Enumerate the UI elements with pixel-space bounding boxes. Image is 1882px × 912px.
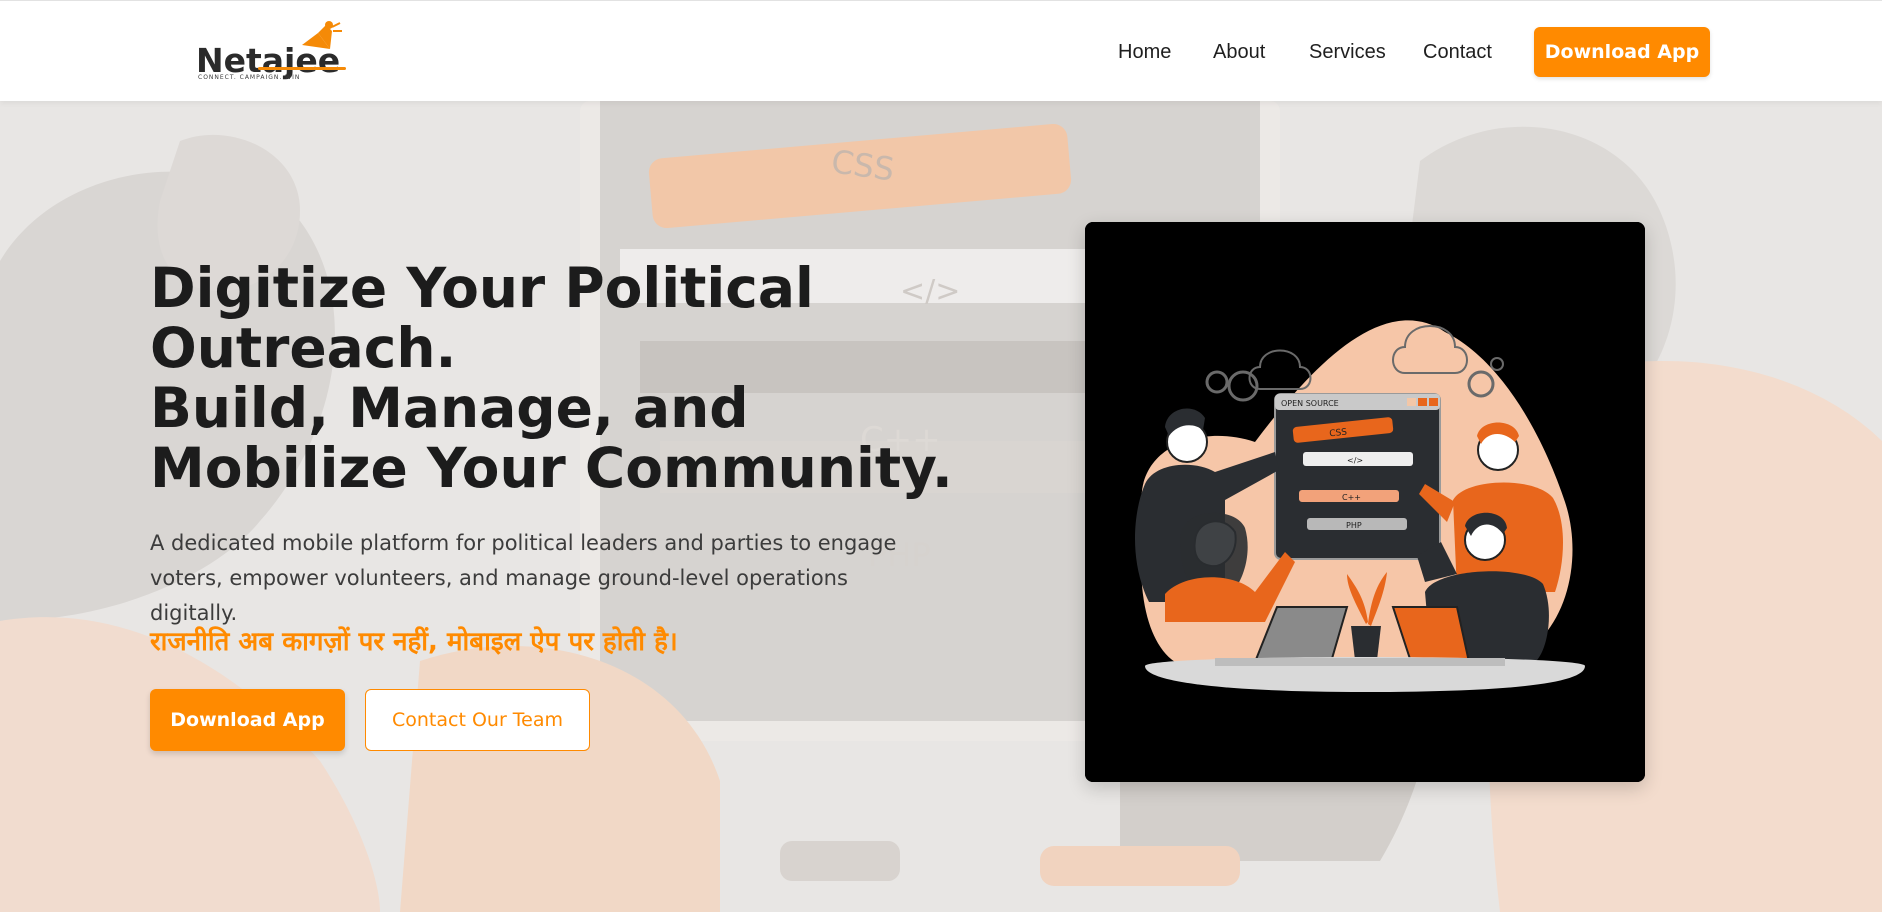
code-label-css: CSS [1329, 428, 1348, 440]
header-download-app-button[interactable]: Download App [1534, 27, 1710, 77]
hero-headline: Digitize Your Political Outreach. Build,… [150, 256, 953, 500]
megaphone-icon [296, 19, 346, 63]
brand-tagline: CONNECT. CAMPAIGN. WIN [198, 74, 301, 81]
hero-hindi-tagline: राजनीति अब कागज़ों पर नहीं, मोबाइल ऐप पर… [150, 627, 678, 657]
brand-logo[interactable]: Netajee CONNECT. CAMPAIGN. WIN [196, 19, 352, 85]
hero-illustration: OPEN SOURCE CSS </> C++ PHP [1085, 222, 1645, 782]
headline-line-2: Outreach. [150, 316, 457, 380]
team-collaboration-illustration: OPEN SOURCE CSS </> C++ PHP [1085, 222, 1645, 782]
window-title-label: OPEN SOURCE [1281, 399, 1339, 408]
hero-subtext: A dedicated mobile platform for politica… [150, 531, 897, 625]
nav-contact[interactable]: Contact [1423, 41, 1492, 64]
nav-home[interactable]: Home [1118, 41, 1171, 64]
hero-download-app-button[interactable]: Download App [150, 689, 345, 751]
nav-services[interactable]: Services [1309, 41, 1386, 64]
headline-line-1: Digitize Your Political [150, 256, 814, 320]
headline-line-4: Mobilize Your Community. [150, 436, 953, 500]
code-label-php: PHP [1346, 521, 1362, 530]
logo-underline [258, 67, 346, 70]
headline-line-3: Build, Manage, and [150, 376, 749, 440]
code-label-cpp: C++ [1342, 493, 1361, 502]
hero-contact-team-button[interactable]: Contact Our Team [365, 689, 590, 751]
nav-about[interactable]: About [1213, 41, 1265, 64]
code-label-tag: </> [1347, 456, 1363, 465]
site-header: Netajee CONNECT. CAMPAIGN. WIN Home Abou… [0, 0, 1882, 101]
